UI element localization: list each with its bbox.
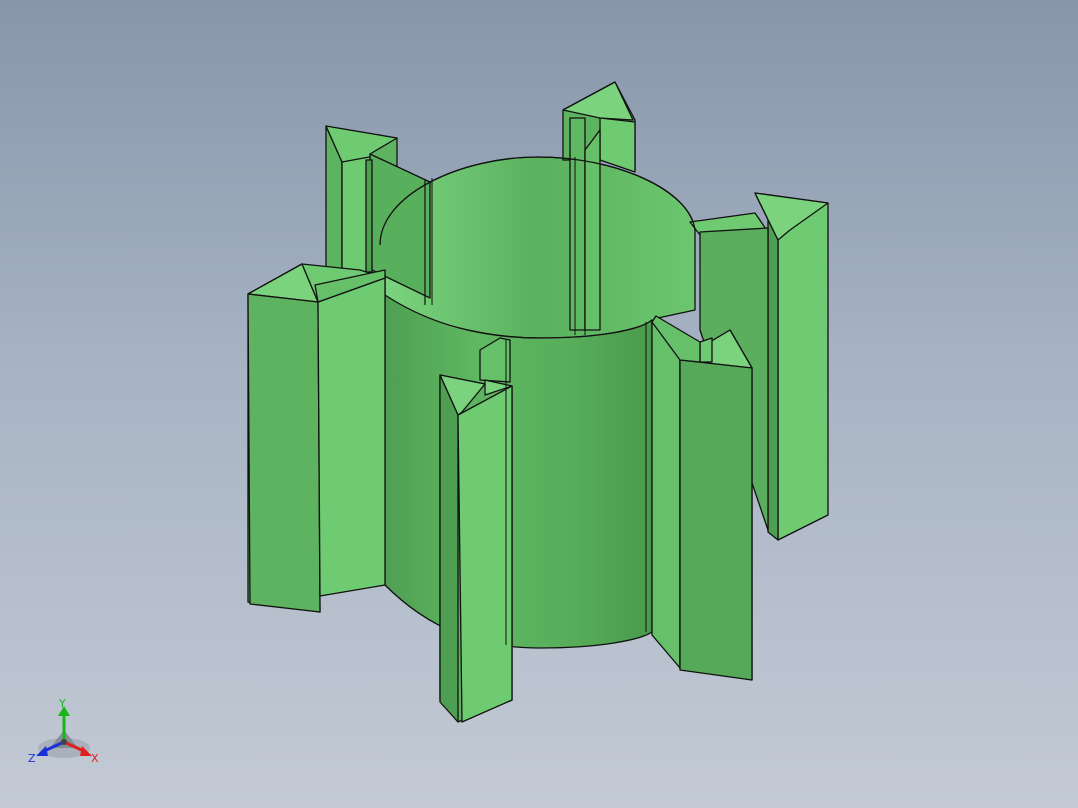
- triad-x-label: X: [91, 752, 99, 765]
- fin-front-center: [439, 337, 513, 723]
- fin-left: [247, 263, 386, 613]
- coordinate-triad: Y X Z: [22, 690, 112, 780]
- triad-z-label: Z: [28, 752, 36, 765]
- 3d-part-model[interactable]: [0, 0, 1078, 808]
- triad-y-label: Y: [58, 697, 66, 710]
- fin-front-right: [651, 315, 753, 681]
- coordinate-triad-icon: Y X Z: [28, 697, 99, 765]
- graphics-viewport[interactable]: Y X Z: [0, 0, 1078, 808]
